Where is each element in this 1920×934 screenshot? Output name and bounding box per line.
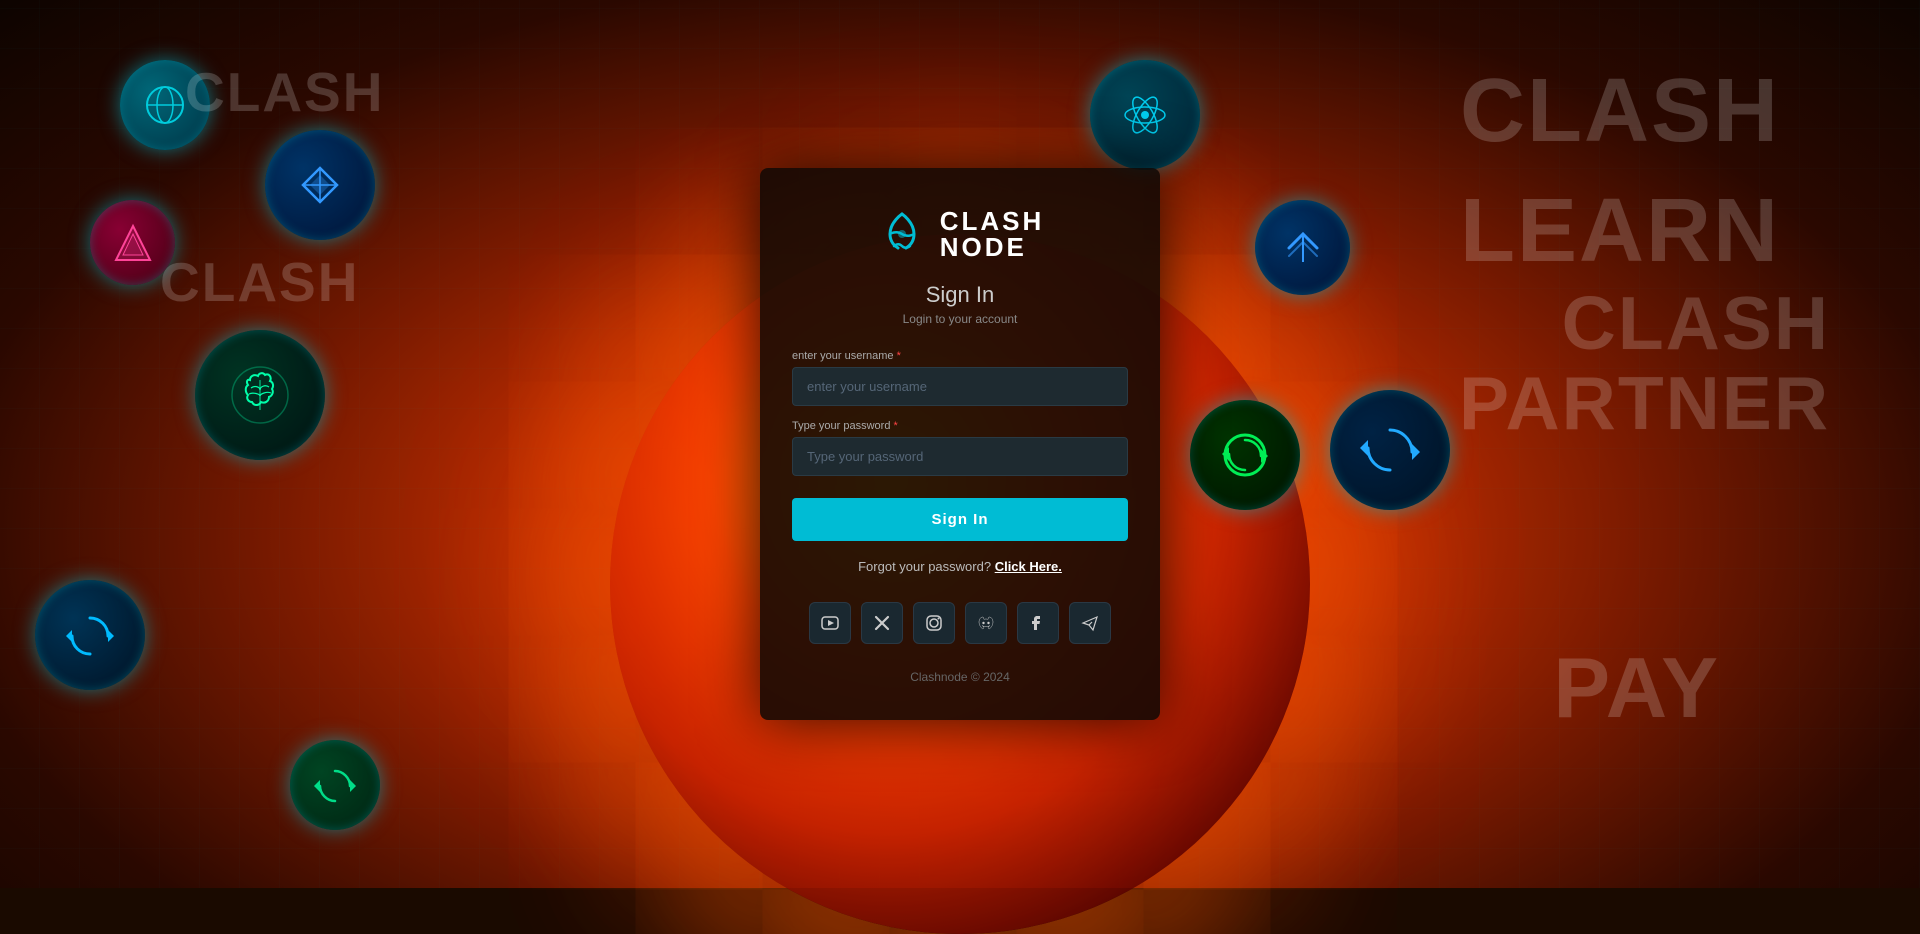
signin-button[interactable]: Sign In (792, 498, 1128, 541)
forgot-prefix: Forgot your password? (858, 559, 991, 574)
bg-text-clash-partner: CLASH (1562, 280, 1830, 366)
bg-text-partner: PARTNER (1459, 360, 1830, 446)
login-card: CLASH NODE Sign In Login to your account… (760, 168, 1160, 720)
logo-graphic: CLASH NODE (876, 208, 1045, 260)
forgot-link[interactable]: Click Here. (995, 559, 1062, 574)
social-discord[interactable] (965, 602, 1007, 644)
social-instagram[interactable] (913, 602, 955, 644)
social-youtube[interactable] (809, 602, 851, 644)
password-label: Type your password * (792, 420, 1128, 432)
username-input[interactable] (792, 367, 1128, 406)
clashnode-logo-icon (876, 208, 928, 260)
login-subtitle: Login to your account (792, 312, 1128, 326)
bg-text-clash-2: CLASH (160, 250, 359, 314)
username-label: enter your username * (792, 350, 1128, 362)
float-icon-sync-2 (290, 740, 380, 830)
float-icon-2 (265, 130, 375, 240)
logo-text: CLASH NODE (940, 208, 1045, 260)
float-icon-right-sync (1330, 390, 1450, 510)
username-required: * (897, 350, 901, 362)
forgot-password-section: Forgot your password? Click Here. (792, 559, 1128, 574)
logo-clash: CLASH (940, 208, 1045, 234)
bg-text-learn: LEARN (1460, 180, 1780, 283)
logo-node: NODE (940, 234, 1045, 260)
bg-text-clash-1: CLASH (185, 60, 384, 124)
password-required: * (894, 420, 898, 432)
social-icons (792, 602, 1128, 644)
social-telegram[interactable] (1069, 602, 1111, 644)
float-icon-right-1 (1090, 60, 1200, 170)
float-icon-sync-1 (35, 580, 145, 690)
float-icon-right-refresh (1190, 400, 1300, 510)
social-facebook[interactable] (1017, 602, 1059, 644)
float-icon-right-2 (1255, 200, 1350, 295)
bg-text-clash-learn-1: CLASH (1460, 60, 1780, 163)
bg-text-pay: PAY (1553, 640, 1720, 738)
logo-area: CLASH NODE (792, 208, 1128, 264)
social-twitter-x[interactable] (861, 602, 903, 644)
password-group: Type your password * (792, 420, 1128, 476)
float-icon-brain (195, 330, 325, 460)
password-input[interactable] (792, 437, 1128, 476)
username-group: enter your username * (792, 350, 1128, 406)
footer-text: Clashnode © 2024 (792, 670, 1128, 684)
sign-in-title: Sign In (792, 282, 1128, 308)
